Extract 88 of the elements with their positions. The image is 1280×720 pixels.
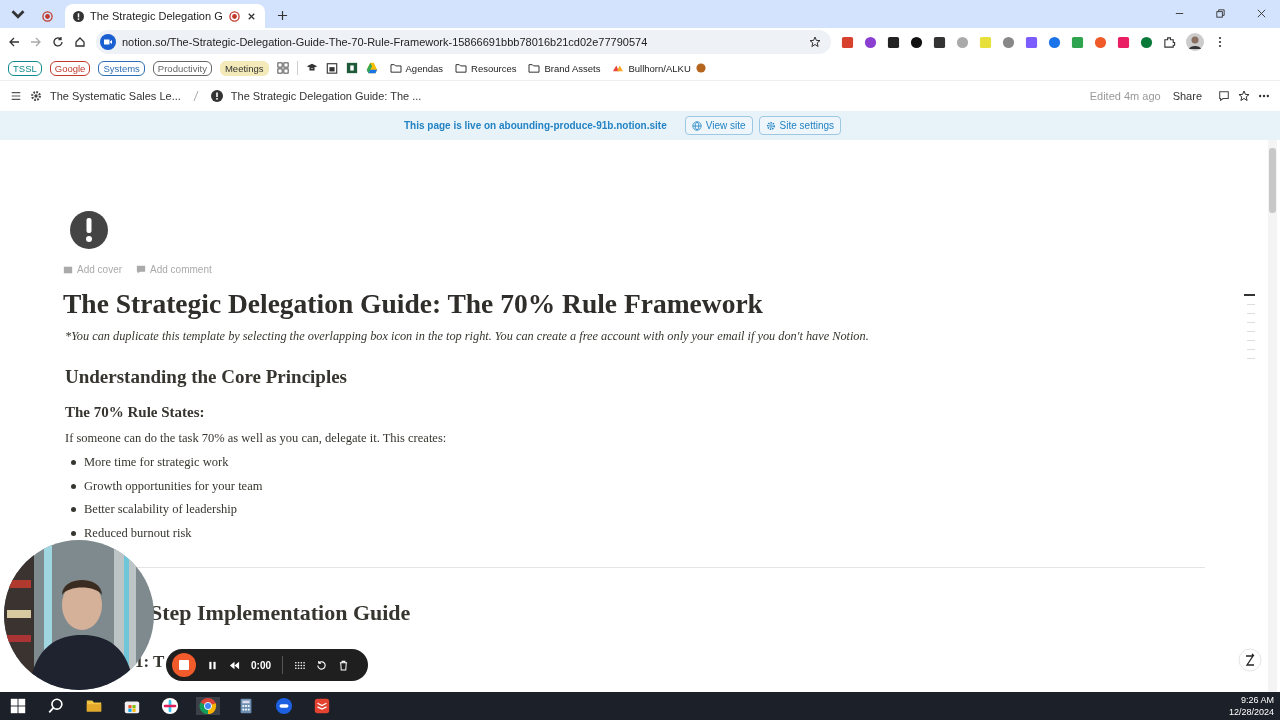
- toc-marker[interactable]: [1247, 349, 1255, 350]
- star-icon[interactable]: [1238, 90, 1250, 102]
- toc-marker[interactable]: [1247, 313, 1255, 314]
- drive-icon[interactable]: [365, 62, 378, 74]
- bookmark-tag[interactable]: TSSL: [8, 60, 42, 76]
- bookmark-folder[interactable]: Agendas: [389, 62, 444, 74]
- bookmark-tag[interactable]: Productivity: [152, 60, 212, 76]
- bookmark-tag[interactable]: Meetings: [219, 60, 269, 76]
- edited-label: Edited 4m ago: [1089, 90, 1161, 102]
- recording-timer: 0:00: [251, 659, 271, 671]
- bookmark-link[interactable]: Bullhorn/ALKU: [612, 62, 707, 74]
- alert-icon: [73, 10, 84, 22]
- folder-icon: [389, 63, 402, 73]
- toc-marker[interactable]: [1247, 322, 1255, 323]
- breadcrumb-separator: [192, 90, 199, 102]
- page-alert-icon[interactable]: [69, 210, 109, 250]
- bullet-icon: [71, 530, 76, 536]
- bullet-icon: [71, 460, 76, 466]
- new-tab-icon[interactable]: [276, 10, 288, 21]
- gear-icon: [765, 120, 776, 131]
- toc-marker[interactable]: [1247, 358, 1255, 359]
- bookmark-logo-icon[interactable]: [345, 62, 358, 74]
- extension-icon[interactable]: [933, 35, 946, 49]
- alert-icon: [210, 90, 223, 102]
- paragraph: If someone can do the task 70% as well as you can, delegate it. This creates:: [65, 431, 447, 446]
- address-bar[interactable]: notion.so/The-Strategic-Delegation-Guide-The-70-Rule-Framework-15866691bbb78016b21cd02e77790574: [96, 30, 831, 54]
- subheading: The 70% Rule States:: [65, 404, 205, 421]
- folder-icon: [455, 63, 468, 73]
- star-icon[interactable]: [809, 36, 821, 48]
- puzzle-icon[interactable]: [1163, 35, 1176, 49]
- mountain-logo-icon: [612, 63, 625, 73]
- recording-icon: [42, 10, 53, 22]
- clock-date[interactable]: 12/28/2024: [1228, 706, 1274, 718]
- calendar-icon[interactable]: [325, 62, 338, 74]
- bullet-icon: [71, 483, 76, 489]
- scrollbar[interactable]: [1268, 140, 1277, 692]
- close-icon[interactable]: [1256, 8, 1267, 19]
- back-icon[interactable]: [8, 36, 20, 48]
- globe-icon: [691, 120, 702, 131]
- comment-icon: [136, 264, 147, 275]
- graduation-cap-icon[interactable]: [305, 62, 318, 74]
- bookmark-folder[interactable]: Resources: [455, 62, 517, 74]
- extension-icon[interactable]: [910, 35, 923, 49]
- bookmark-folder[interactable]: Brand Assets: [528, 62, 601, 74]
- trash-icon[interactable]: [338, 659, 349, 671]
- home-icon[interactable]: [74, 36, 86, 48]
- toc-marker[interactable]: [1247, 304, 1255, 305]
- camera-icon: [100, 34, 116, 50]
- bullet-item: Reduced burnout risk: [84, 525, 192, 541]
- breadcrumb-link[interactable]: The Strategic Delegation Guide: The ...: [230, 90, 422, 102]
- view-site-button[interactable]: View site: [684, 116, 753, 135]
- extension-icon[interactable]: [887, 35, 900, 49]
- image-icon: [63, 264, 73, 275]
- stop-button[interactable]: [172, 653, 196, 677]
- bullet-item: More time for strategic work: [84, 455, 229, 471]
- browser-tab[interactable]: The Strategic Delegation G: [65, 4, 265, 28]
- grid-icon[interactable]: [294, 659, 305, 671]
- badge-icon: [694, 63, 707, 73]
- profile-avatar-icon[interactable]: [1186, 33, 1204, 51]
- pause-icon[interactable]: [207, 659, 218, 671]
- site-settings-button[interactable]: Site settings: [758, 116, 842, 135]
- bullet-item: Growth opportunities for your team: [84, 478, 263, 494]
- template-note: *You can duplicate this template by selecting the overlapping box icon in the top right. You can create a free account with only your email if you don't have Notion.: [65, 329, 869, 344]
- bookmark-tag[interactable]: Google: [49, 60, 91, 76]
- reload-icon[interactable]: [52, 36, 64, 48]
- gear-icon: [30, 90, 42, 102]
- toc-marker[interactable]: [1247, 331, 1255, 332]
- help-icon[interactable]: [1238, 648, 1262, 672]
- restart-icon[interactable]: [316, 659, 327, 671]
- restore-icon[interactable]: [1215, 8, 1226, 19]
- share-button[interactable]: Share: [1172, 90, 1202, 102]
- bookmark-tag[interactable]: Systems: [98, 60, 145, 76]
- rewind-icon[interactable]: [229, 659, 240, 671]
- bullet-item: Better scalability of leadership: [84, 502, 238, 518]
- browser-icon[interactable]: [196, 697, 220, 715]
- page-title: The Strategic Delegation Guide: The 70% Rule Framework: [63, 287, 763, 321]
- folder-icon: [528, 63, 541, 73]
- bullet-icon: [71, 507, 76, 513]
- menu-icon[interactable]: [10, 90, 22, 102]
- url-text: notion.so/The-Strategic-Delegation-Guide-The-70-Rule-Framework-15866691bbb78016b21cd02e77790574: [122, 36, 648, 48]
- clock-time[interactable]: 9:26 AM: [1240, 694, 1274, 706]
- breadcrumb-link[interactable]: The Systematic Sales Le...: [50, 90, 181, 102]
- comment-icon[interactable]: [1218, 90, 1230, 102]
- toc-marker[interactable]: [1247, 340, 1255, 341]
- toc-marker[interactable]: [1244, 294, 1255, 296]
- live-site-notice: This page is live on abounding-produce-91b.notion.site: [403, 120, 667, 131]
- section-heading: Understanding the Core Principles: [65, 366, 347, 388]
- recording-icon: [228, 10, 240, 22]
